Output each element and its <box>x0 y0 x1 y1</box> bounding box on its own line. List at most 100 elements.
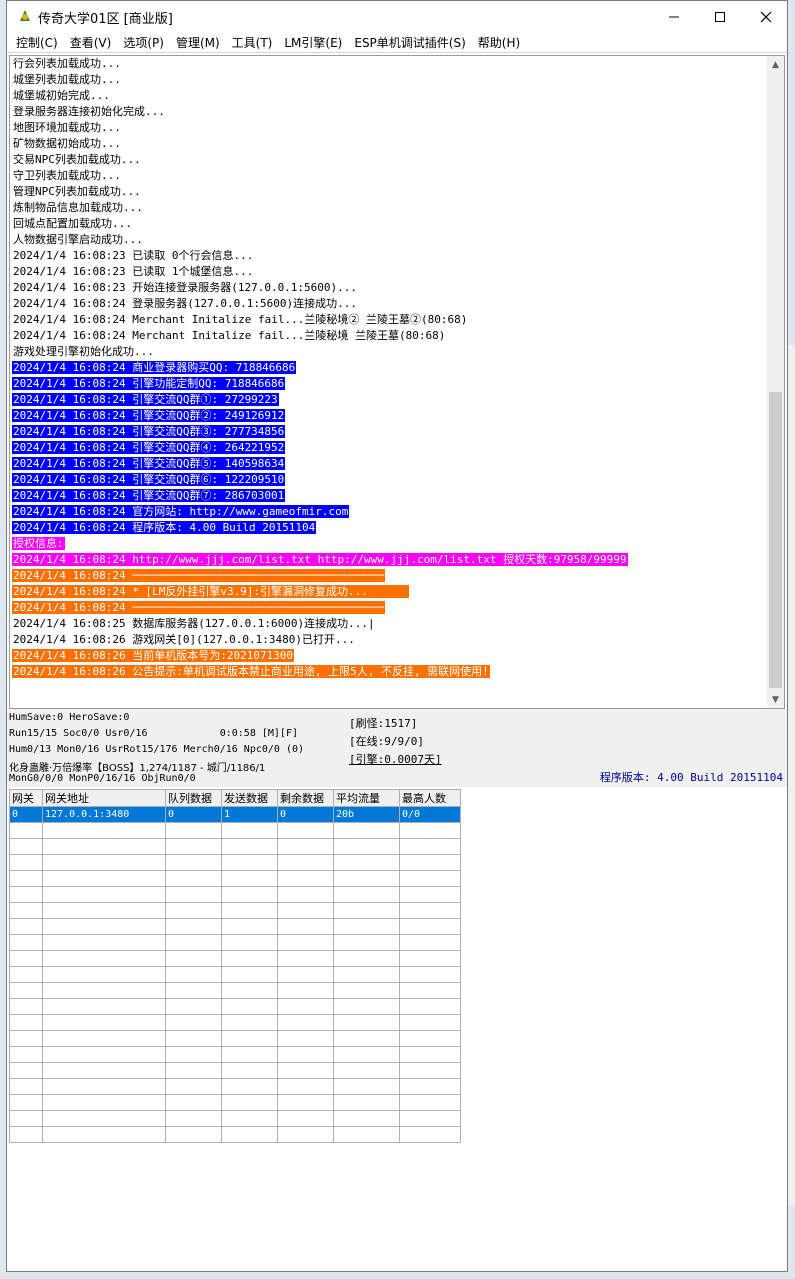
empty-cell <box>333 966 400 983</box>
menu-manage[interactable]: 管理(M) <box>170 34 226 51</box>
empty-cell <box>9 838 43 855</box>
log-line: 2024/1/4 16:08:23 已读取 0个行会信息... <box>12 248 767 264</box>
title-bar[interactable]: 传奇大学01区 [商业版] <box>7 1 787 32</box>
menu-tools[interactable]: 工具(T) <box>226 34 279 51</box>
log-line-text: 2024/1/4 16:08:24 引擎交流QQ群④: 264221952 <box>12 441 286 454</box>
empty-cell <box>165 918 222 935</box>
log-line: 2024/1/4 16:08:26 游戏网关[0](127.0.0.1:3480… <box>12 632 767 648</box>
log-line-text: 2024/1/4 16:08:25 数据库服务器(127.0.0.1:6000)… <box>13 617 375 630</box>
empty-table-row[interactable] <box>9 934 461 951</box>
log-line: 2024/1/4 16:08:24 引擎交流QQ群④: 264221952 <box>12 440 767 456</box>
empty-table-row[interactable] <box>9 998 461 1015</box>
log-line: 2024/1/4 16:08:24 引擎交流QQ群②: 249126912 <box>12 408 767 424</box>
menu-esp-plugin[interactable]: ESP单机调试插件(S) <box>348 34 471 51</box>
empty-table-row[interactable] <box>9 1062 461 1079</box>
col-gate-address[interactable]: 网关地址 <box>42 789 166 807</box>
cell-avg-traffic: 20b <box>333 806 400 823</box>
empty-table-row[interactable] <box>9 902 461 919</box>
empty-cell <box>42 1046 166 1063</box>
empty-cell <box>399 822 461 839</box>
empty-cell <box>221 1078 278 1095</box>
empty-cell <box>42 934 166 951</box>
empty-cell <box>277 1078 334 1095</box>
empty-cell <box>221 1062 278 1079</box>
empty-cell <box>277 902 334 919</box>
empty-cell <box>399 918 461 935</box>
engine-days-label[interactable]: [引擎:0.0007天] <box>349 751 442 767</box>
log-line-text: 2024/1/4 16:08:24 ──────────────────────… <box>12 569 385 582</box>
menu-lm-engine[interactable]: LM引擎(E) <box>278 34 348 51</box>
maximize-button[interactable] <box>697 1 743 32</box>
log-line: 行会列表加载成功... <box>12 56 767 72</box>
empty-cell <box>277 982 334 999</box>
empty-table-row[interactable] <box>9 982 461 999</box>
empty-table-row[interactable] <box>9 854 461 871</box>
empty-table-row[interactable] <box>9 1046 461 1063</box>
empty-table-row[interactable] <box>9 838 461 855</box>
log-line: 城堡城初始完成... <box>12 88 767 104</box>
window-title: 传奇大学01区 [商业版] <box>38 12 173 27</box>
status-save: HumSave:0 HeroSave:0 <box>9 712 130 723</box>
close-button[interactable] <box>743 1 787 32</box>
menu-view[interactable]: 查看(V) <box>64 34 118 51</box>
empty-cell <box>277 1030 334 1047</box>
empty-cell <box>165 1078 222 1095</box>
empty-cell <box>42 1014 166 1031</box>
gate-table[interactable]: 网关 网关地址 队列数据 发送数据 剩余数据 平均流量 最高人数 0 127.0… <box>9 789 461 1143</box>
col-queue-data[interactable]: 队列数据 <box>165 789 222 807</box>
empty-table-row[interactable] <box>9 1030 461 1047</box>
scroll-thumb[interactable] <box>769 392 782 688</box>
log-scrollbar[interactable]: ▲ ▼ <box>767 56 784 708</box>
empty-table-row[interactable] <box>9 918 461 935</box>
empty-cell <box>399 1030 461 1047</box>
log-memo[interactable]: 行会列表加载成功... 城堡列表加载成功... 城堡城初始完成... 登录服务器连接初… <box>9 55 785 709</box>
empty-cell <box>277 1094 334 1111</box>
menu-control[interactable]: 控制(C) <box>10 34 64 51</box>
empty-table-row[interactable] <box>9 1126 461 1143</box>
empty-table-row[interactable] <box>9 950 461 967</box>
empty-table-row[interactable] <box>9 1014 461 1031</box>
col-send-data[interactable]: 发送数据 <box>221 789 278 807</box>
menu-options[interactable]: 选项(P) <box>117 34 170 51</box>
empty-cell <box>277 1014 334 1031</box>
empty-cell <box>42 1110 166 1127</box>
empty-cell <box>9 822 43 839</box>
empty-table-row[interactable] <box>9 1094 461 1111</box>
empty-table-row[interactable] <box>9 822 461 839</box>
empty-table-row[interactable] <box>9 886 461 903</box>
minimize-button[interactable] <box>651 1 697 32</box>
empty-table-row[interactable] <box>9 1078 461 1095</box>
scroll-down-icon[interactable]: ▼ <box>767 691 784 708</box>
table-row[interactable]: 0 127.0.0.1:3480 0 1 0 20b 0/0 <box>9 806 461 823</box>
log-line-text: 2024/1/4 16:08:24 引擎交流QQ群⑥: 122209510 <box>12 473 286 486</box>
empty-cell <box>333 1046 400 1063</box>
empty-cell <box>221 1126 278 1143</box>
empty-cell <box>9 966 43 983</box>
empty-table-row[interactable] <box>9 1110 461 1127</box>
log-line: 授权信息: <box>12 536 767 552</box>
col-max-users[interactable]: 最高人数 <box>399 789 461 807</box>
empty-cell <box>333 1062 400 1079</box>
empty-cell <box>42 1126 166 1143</box>
empty-table-row[interactable] <box>9 966 461 983</box>
col-gate[interactable]: 网关 <box>9 789 43 807</box>
empty-cell <box>42 838 166 855</box>
empty-cell <box>165 886 222 903</box>
col-remaining-data[interactable]: 剩余数据 <box>277 789 334 807</box>
empty-cell <box>9 934 43 951</box>
scroll-up-icon[interactable]: ▲ <box>767 56 784 73</box>
log-line: 2024/1/4 16:08:24 引擎交流QQ群⑥: 122209510 <box>12 472 767 488</box>
empty-table-row[interactable] <box>9 870 461 887</box>
menu-help[interactable]: 帮助(H) <box>472 34 526 51</box>
log-line-text: 炼制物品信息加载成功... <box>13 201 143 214</box>
log-line: 2024/1/4 16:08:24 引擎交流QQ群⑦: 286703001 <box>12 488 767 504</box>
col-avg-traffic[interactable]: 平均流量 <box>333 789 400 807</box>
log-line: 2024/1/4 16:08:24 官方网站: http://www.gameo… <box>12 504 767 520</box>
empty-cell <box>42 950 166 967</box>
empty-cell <box>399 1110 461 1127</box>
empty-cell <box>165 822 222 839</box>
empty-cell <box>399 1078 461 1095</box>
empty-cell <box>221 982 278 999</box>
empty-cell <box>9 1030 43 1047</box>
empty-cell <box>333 998 400 1015</box>
